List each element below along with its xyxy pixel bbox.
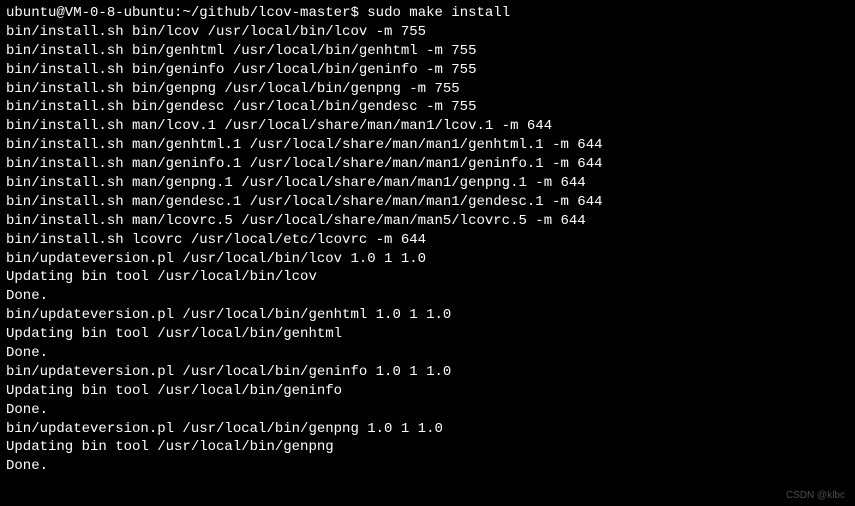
output-line: bin/install.sh bin/gendesc /usr/local/bi… [6, 98, 849, 117]
output-line: Done. [6, 287, 849, 306]
prompt-path: ~/github/lcov-master [182, 5, 350, 21]
output-line: bin/install.sh man/geninfo.1 /usr/local/… [6, 155, 849, 174]
output-line: bin/updateversion.pl /usr/local/bin/genp… [6, 420, 849, 439]
output-line: bin/install.sh man/gendesc.1 /usr/local/… [6, 193, 849, 212]
prompt-user-host: ubuntu@VM-0-8-ubuntu [6, 5, 174, 21]
terminal-window[interactable]: ubuntu@VM-0-8-ubuntu:~/github/lcov-maste… [6, 4, 849, 476]
output-line: bin/updateversion.pl /usr/local/bin/lcov… [6, 250, 849, 269]
output-line: Done. [6, 344, 849, 363]
output-line: Updating bin tool /usr/local/bin/geninfo [6, 382, 849, 401]
command-text: sudo make install [367, 5, 510, 21]
output-line: Updating bin tool /usr/local/bin/genpng [6, 438, 849, 457]
output-line: bin/install.sh man/lcovrc.5 /usr/local/s… [6, 212, 849, 231]
output-line: bin/install.sh lcovrc /usr/local/etc/lco… [6, 231, 849, 250]
output-line: bin/install.sh man/lcov.1 /usr/local/sha… [6, 117, 849, 136]
prompt-line: ubuntu@VM-0-8-ubuntu:~/github/lcov-maste… [6, 4, 849, 23]
output-line: Done. [6, 457, 849, 476]
output-line: bin/updateversion.pl /usr/local/bin/geni… [6, 363, 849, 382]
terminal-output: bin/install.sh bin/lcov /usr/local/bin/l… [6, 23, 849, 476]
output-line: Done. [6, 401, 849, 420]
output-line: bin/install.sh man/genpng.1 /usr/local/s… [6, 174, 849, 193]
output-line: bin/install.sh bin/lcov /usr/local/bin/l… [6, 23, 849, 42]
output-line: bin/updateversion.pl /usr/local/bin/genh… [6, 306, 849, 325]
output-line: Updating bin tool /usr/local/bin/lcov [6, 268, 849, 287]
output-line: Updating bin tool /usr/local/bin/genhtml [6, 325, 849, 344]
watermark-text: CSDN @klbc [786, 489, 845, 503]
output-line: bin/install.sh man/genhtml.1 /usr/local/… [6, 136, 849, 155]
output-line: bin/install.sh bin/genpng /usr/local/bin… [6, 80, 849, 99]
output-line: bin/install.sh bin/genhtml /usr/local/bi… [6, 42, 849, 61]
prompt-symbol: $ [350, 5, 358, 21]
output-line: bin/install.sh bin/geninfo /usr/local/bi… [6, 61, 849, 80]
